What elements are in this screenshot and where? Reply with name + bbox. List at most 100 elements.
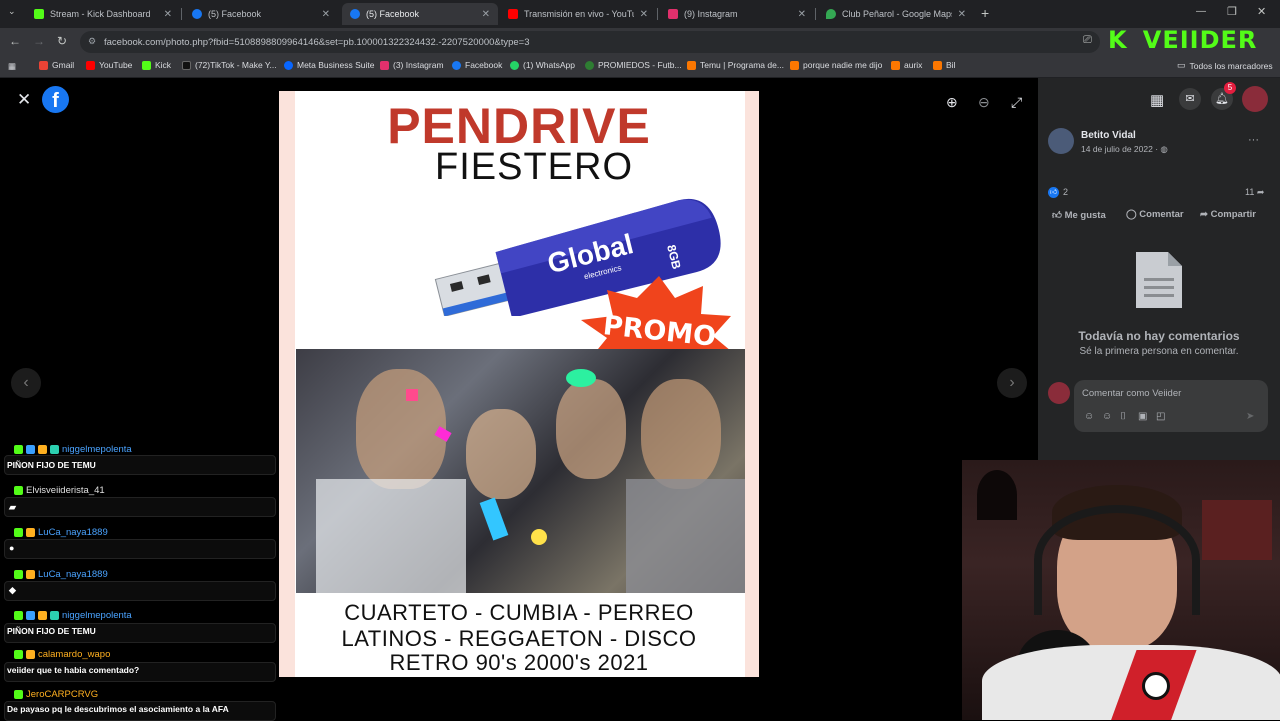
browser-tab-strip: ⌄ Stream - Kick Dashboard ✕ (5) Facebook…: [0, 0, 1280, 28]
previous-photo-button[interactable]: ‹: [11, 368, 41, 398]
chat-username-text: LuCa_naya1889: [38, 569, 108, 580]
url-text: facebook.com/photo.php?fbid=510889880996…: [104, 36, 530, 48]
bookmark-kick[interactable]: Kick: [142, 60, 171, 70]
tab-youtube-live[interactable]: Transmisión en vivo - YouTube ✕: [500, 3, 656, 25]
bookmark-youtube[interactable]: YouTube: [86, 60, 132, 70]
address-bar[interactable]: ⚙ facebook.com/photo.php?fbid=5108898809…: [80, 31, 1100, 53]
like-button-label: Me gusta: [1064, 210, 1106, 221]
author-avatar[interactable]: [1048, 128, 1074, 154]
zoom-out-button[interactable]: ⊖: [978, 94, 990, 111]
temu-icon: [790, 60, 799, 70]
cast-icon[interactable]: ⎚: [1083, 34, 1092, 47]
tiktok-icon: [182, 60, 191, 70]
maximize-button[interactable]: ❐: [1227, 5, 1237, 18]
post-author-name[interactable]: Betito Vidal: [1081, 130, 1136, 141]
share-count[interactable]: 11 ➦: [1245, 187, 1264, 198]
meta-icon: [284, 60, 293, 70]
window-close-button[interactable]: ✕: [1257, 5, 1266, 18]
chat-emote-icon: ◆: [9, 585, 16, 595]
apps-grid-icon[interactable]: ▦: [8, 61, 16, 72]
avatar-sticker-icon[interactable]: ☺: [1084, 411, 1094, 422]
gmail-icon: [39, 60, 48, 70]
zoom-in-button[interactable]: ⊕: [946, 94, 958, 111]
tab-facebook-1[interactable]: (5) Facebook ✕: [184, 3, 338, 25]
bookmarks-folder[interactable]: ▭ Todos los marcadores: [1177, 60, 1273, 71]
verified-badge-icon: [26, 611, 35, 620]
sticker-icon[interactable]: ◰: [1156, 411, 1165, 422]
close-icon[interactable]: ✕: [322, 9, 330, 20]
share-button[interactable]: ➦ Compartir: [1200, 209, 1256, 220]
genre-line-1: CUARTETO - CUMBIA - PERREO: [344, 600, 694, 625]
minimize-button[interactable]: —: [1196, 6, 1206, 17]
post-date[interactable]: 14 de julio de 2022 · ◍: [1081, 144, 1168, 155]
avatar[interactable]: [1242, 86, 1268, 112]
like-button[interactable]: 👍︎ Me gusta: [1052, 209, 1106, 221]
chat-username-text: niggelmepolenta: [62, 444, 132, 455]
whatsapp-icon: [510, 60, 519, 70]
bookmark-aurix[interactable]: aurix: [891, 60, 922, 70]
kick-badge-icon: [14, 570, 23, 579]
tab-instagram[interactable]: (9) Instagram ✕: [660, 3, 814, 25]
bookmark-bil[interactable]: Bil: [933, 60, 955, 70]
chat-username: JeroCARPCRVG: [14, 689, 98, 700]
chat-message: PIÑON FIJO DE TEMU: [7, 460, 96, 470]
close-icon[interactable]: ✕: [482, 9, 490, 20]
emoji-icon[interactable]: ☺: [1102, 411, 1112, 422]
tab-search-icon[interactable]: ⌄: [8, 6, 16, 17]
youtube-icon: [86, 60, 95, 70]
messenger-icon[interactable]: ✉: [1179, 88, 1201, 110]
site-info-icon[interactable]: ⚙: [88, 36, 96, 47]
more-options-button[interactable]: ···: [1248, 134, 1259, 146]
close-icon[interactable]: ✕: [164, 9, 172, 20]
gif-icon[interactable]: ▣: [1138, 411, 1147, 422]
tab-facebook-active[interactable]: (5) Facebook ✕: [342, 3, 498, 25]
bookmark-instagram[interactable]: (3) Instagram: [380, 60, 444, 70]
fullscreen-button[interactable]: ⤢: [1011, 94, 1022, 111]
thumbs-up-icon: 👍︎: [1052, 210, 1065, 221]
chat-username-text: JeroCARPCRVG: [26, 689, 99, 700]
facebook-logo[interactable]: f: [42, 86, 69, 113]
tab-google-maps[interactable]: Club Peñarol - Google Maps ✕: [818, 3, 974, 25]
tab-kick-dashboard[interactable]: Stream - Kick Dashboard ✕: [26, 3, 180, 25]
genre-line-3: RETRO 90's 2000's 2021: [389, 650, 649, 675]
bookmark-label: aurix: [904, 60, 923, 70]
reload-button[interactable]: ↻: [57, 34, 67, 48]
tab-title: Transmisión en vivo - YouTube: [524, 9, 634, 19]
close-icon[interactable]: ✕: [640, 9, 648, 20]
bookmark-facebook[interactable]: Facebook: [452, 60, 502, 70]
bookmark-temu[interactable]: Temu | Programa de...: [687, 60, 784, 70]
bookmark-whatsapp[interactable]: (1) WhatsApp: [510, 60, 575, 70]
bookmark-label: porque nadie me dijo: [803, 60, 883, 70]
chat-username: calamardo_wapo: [14, 649, 110, 660]
menu-grid-icon[interactable]: ▦: [1150, 91, 1164, 109]
close-icon[interactable]: ✕: [798, 9, 806, 20]
comment-input[interactable]: Comentar como Veiider ☺ ☺ ⌷ ▣ ◰ ➤: [1074, 380, 1268, 432]
camera-icon[interactable]: ⌷: [1120, 411, 1126, 422]
bookmark-label: Todos los marcadores: [1189, 60, 1273, 71]
kick-badge-icon: [14, 528, 23, 537]
comment-button[interactable]: ◯ Comentar: [1126, 209, 1184, 220]
bookmark-porque-nadie[interactable]: porque nadie me dijo: [790, 60, 882, 70]
back-button[interactable]: ←: [9, 34, 21, 48]
next-photo-button[interactable]: ›: [997, 368, 1027, 398]
bookmark-gmail[interactable]: Gmail: [39, 60, 74, 70]
subscriber-badge-icon: [26, 528, 35, 537]
bookmark-label: PROMIEDOS - Futb...: [598, 60, 682, 70]
bookmark-label: Facebook: [465, 60, 503, 70]
no-comments-subtitle: Sé la primera persona en comentar.: [1079, 346, 1239, 357]
comment-bubble-icon: ◯: [1126, 209, 1140, 220]
photo-image: PENDRIVE FIESTERO Global electronics 8GB…: [279, 91, 759, 677]
kick-badge-icon: [14, 650, 23, 659]
close-icon[interactable]: ✕: [958, 9, 966, 20]
send-icon[interactable]: ➤: [1246, 411, 1254, 422]
new-tab-button[interactable]: +: [981, 5, 989, 21]
bookmark-label: Kick: [155, 60, 172, 70]
forward-button[interactable]: →: [33, 34, 45, 48]
bookmark-tiktok[interactable]: (72)TikTok - Make Y...: [182, 60, 277, 70]
reaction-count[interactable]: 2: [1063, 187, 1068, 197]
bookmark-label: Gmail: [52, 60, 75, 70]
subscriber-badge-icon: [38, 611, 47, 620]
bookmark-promiedos[interactable]: PROMIEDOS - Futb...: [585, 60, 682, 70]
close-viewer-button[interactable]: ✕: [17, 90, 31, 110]
bookmark-meta-business[interactable]: Meta Business Suite: [284, 60, 374, 70]
